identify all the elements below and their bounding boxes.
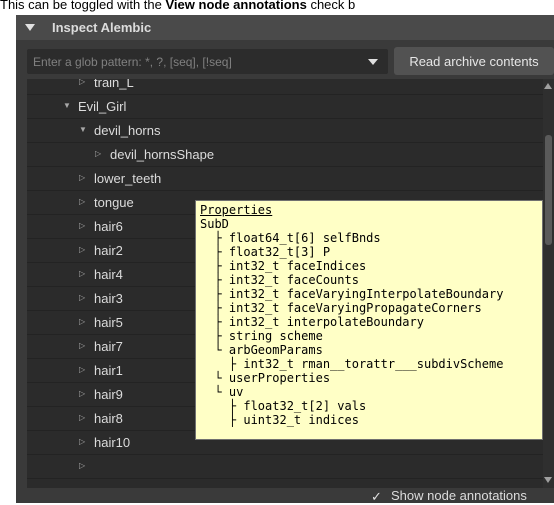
tooltip-line: ├ int32_t faceVaryingPropagateCorners xyxy=(200,301,482,315)
tooltip-line: ├ int32_t faceIndices xyxy=(200,259,367,273)
collapse-triangle-icon[interactable] xyxy=(25,24,35,31)
tree-row-label: hair3 xyxy=(94,291,123,306)
triangle-right-icon[interactable]: ▷ xyxy=(79,269,86,279)
tree-row-label: hair10 xyxy=(94,435,131,450)
tooltip-line: ├ int32_t faceCounts xyxy=(200,273,359,287)
tree-row-label: devil_horns xyxy=(94,123,161,138)
panel-footer: ✓ Show node annotations xyxy=(16,488,554,504)
tooltip-title: Properties xyxy=(200,203,273,217)
triangle-right-icon[interactable]: ▷ xyxy=(79,293,86,303)
chevron-down-icon[interactable] xyxy=(368,59,378,65)
tooltip-line: └ uv xyxy=(200,385,244,399)
caption-bold: View node annotations xyxy=(165,0,307,12)
tooltip-line: ├ int32_t interpolateBoundary xyxy=(200,315,424,329)
tree-row-label: hair7 xyxy=(94,339,123,354)
tree-row[interactable]: ▼ devil_horns xyxy=(27,119,543,143)
glob-field[interactable] xyxy=(27,49,388,74)
triangle-right-icon[interactable]: ▷ xyxy=(79,317,86,327)
triangle-right-icon[interactable]: ▷ xyxy=(79,79,86,87)
triangle-right-icon[interactable]: ▷ xyxy=(79,197,86,207)
show-annotations-label[interactable]: Show node annotations xyxy=(391,488,527,503)
triangle-right-icon[interactable]: ▷ xyxy=(79,341,86,351)
triangle-right-icon[interactable]: ▷ xyxy=(79,413,86,423)
toolbar: Read archive contents xyxy=(16,45,554,75)
tree-row-label: hair9 xyxy=(94,387,123,402)
triangle-right-icon[interactable]: ▷ xyxy=(79,221,86,231)
triangle-right-icon[interactable]: ▷ xyxy=(79,389,86,399)
triangle-right-icon[interactable]: ▷ xyxy=(79,437,86,447)
triangle-right-icon[interactable]: ▷ xyxy=(79,173,86,183)
tooltip-line: └ arbGeomParams xyxy=(200,343,323,357)
triangle-right-icon[interactable]: ▷ xyxy=(79,365,86,375)
tree-row-label: lower_teeth xyxy=(94,171,162,186)
properties-tooltip: Properties SubD ├ float64_t[6] selfBnds … xyxy=(195,200,543,440)
tooltip-line: ├ float32_t[3] P xyxy=(200,245,331,259)
tree-row-label: tongue xyxy=(94,195,134,210)
panel-header[interactable]: Inspect Alembic xyxy=(16,15,554,40)
triangle-down-icon[interactable]: ▼ xyxy=(79,125,87,135)
tooltip-line: ├ float64_t[6] selfBnds xyxy=(200,231,381,245)
tree-row-label: hair2 xyxy=(94,243,123,258)
triangle-right-icon[interactable]: ▷ xyxy=(79,461,86,471)
caption-prefix: This can be toggled with the xyxy=(0,0,166,12)
tooltip-line: SubD xyxy=(200,217,229,231)
tree-row-label: hair8 xyxy=(94,411,123,426)
tree-row[interactable]: ▷ xyxy=(27,455,543,479)
tree-row-label: hair1 xyxy=(94,363,123,378)
scroll-thumb[interactable] xyxy=(545,135,552,245)
glob-input[interactable] xyxy=(27,49,357,74)
tooltip-line: ├ string scheme xyxy=(200,329,323,343)
tooltip-line: ├ int32_t rman__torattr___subdivScheme xyxy=(200,357,504,371)
read-archive-button[interactable]: Read archive contents xyxy=(394,47,554,75)
tree-row-label: Evil_Girl xyxy=(78,99,127,114)
tooltip-line: ├ float32_t[2] vals xyxy=(200,399,367,413)
tree-row-label: hair4 xyxy=(94,267,123,282)
scroll-down-arrow-icon[interactable] xyxy=(544,477,552,483)
triangle-right-icon[interactable]: ▷ xyxy=(79,245,86,255)
tree-row[interactable]: ▷ lower_teeth xyxy=(27,167,543,191)
triangle-down-icon[interactable]: ▼ xyxy=(63,101,71,111)
tree-row[interactable]: ▷ devil_hornsShape xyxy=(27,143,543,167)
tree-row[interactable]: ▼ Evil_Girl xyxy=(27,95,543,119)
tree-row-label: train_L xyxy=(94,79,134,90)
tooltip-line: ├ uint32_t indices xyxy=(200,413,359,427)
tree-row-label: hair5 xyxy=(94,315,123,330)
tooltip-line: └ userProperties xyxy=(200,371,331,385)
scroll-up-arrow-icon[interactable] xyxy=(544,83,552,89)
tree-row-label: devil_hornsShape xyxy=(110,147,215,162)
tree-scrollbar[interactable] xyxy=(543,79,554,488)
tooltip-line: ├ int32_t faceVaryingInterpolateBoundary xyxy=(200,287,504,301)
tree-row-label: hair6 xyxy=(94,219,123,234)
tree-row[interactable]: ▷ train_L xyxy=(27,79,543,95)
caption-suffix: check b xyxy=(306,0,356,12)
panel-title: Inspect Alembic xyxy=(52,20,152,35)
doc-caption: This can be toggled with the View node a… xyxy=(0,0,554,15)
triangle-right-icon[interactable]: ▷ xyxy=(95,149,102,159)
